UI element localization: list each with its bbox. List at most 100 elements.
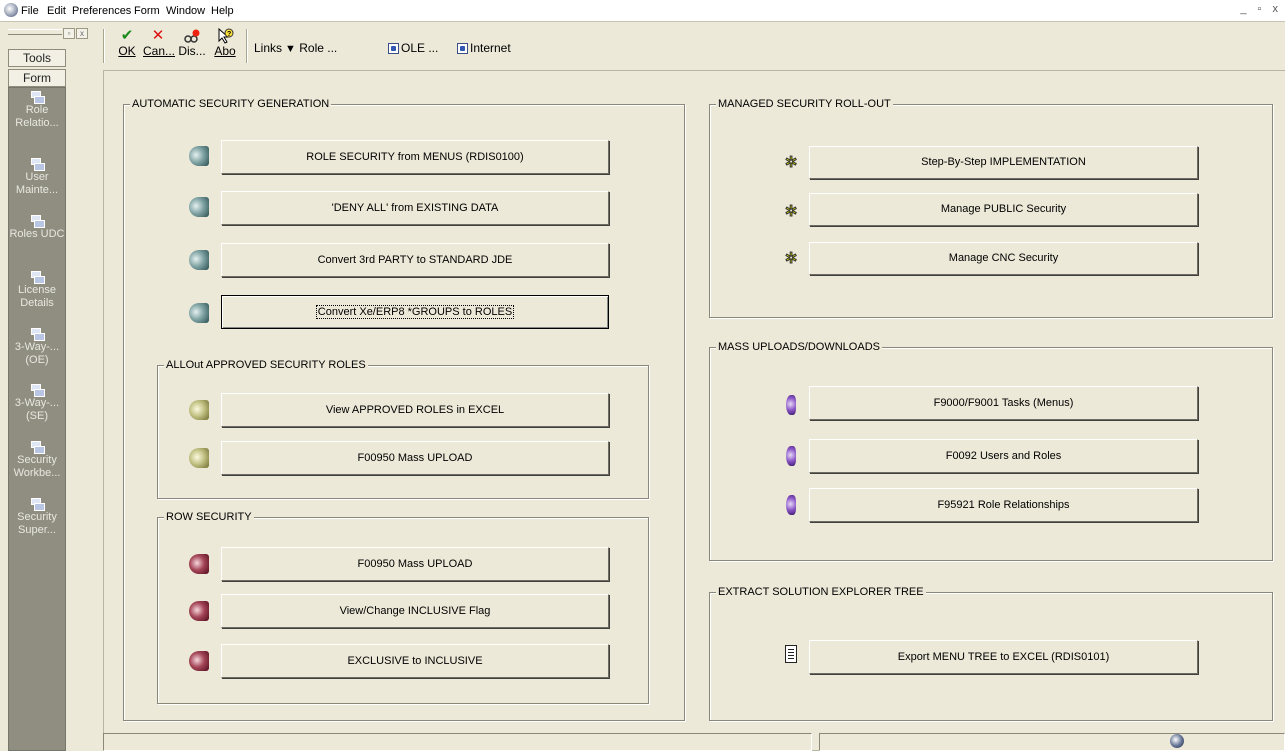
manage-cnc-security-button[interactable]: Manage CNC Security — [809, 242, 1198, 275]
button-label: ROLE SECURITY from MENUS (RDIS0100) — [306, 151, 524, 163]
window-controls[interactable]: _ ▫ x — [1240, 3, 1282, 15]
maroon-bullet-icon — [189, 554, 209, 574]
group-title: ALLOut APPROVED SECURITY ROLES — [164, 358, 368, 372]
form-exit-icon — [30, 441, 45, 454]
links-menu[interactable]: Links — [254, 41, 282, 55]
button-label: Convert 3rd PARTY to STANDARD JDE — [317, 254, 513, 266]
deny-all-button[interactable]: 'DENY ALL' from EXISTING DATA — [221, 191, 609, 225]
exit-license-details[interactable]: License Details — [9, 271, 65, 310]
display-button[interactable]: Dis... — [177, 28, 207, 58]
internet-label: Internet — [470, 41, 511, 55]
f9000-tasks-button[interactable]: F9000/F9001 Tasks (Menus) — [809, 386, 1198, 420]
view-approved-roles-button[interactable]: View APPROVED ROLES in EXCEL — [221, 393, 609, 427]
menu-help[interactable]: Help — [211, 5, 234, 17]
form-exit-icon — [30, 215, 45, 228]
display-label: Dis... — [178, 44, 206, 58]
button-label: F0092 Users and Roles — [945, 450, 1062, 462]
exit-label: Security Workbe... — [13, 454, 61, 479]
form-exit-icon — [30, 271, 45, 284]
button-label: Manage CNC Security — [948, 252, 1059, 264]
f95921-role-relationships-button[interactable]: F95921 Role Relationships — [809, 488, 1198, 522]
exit-label: 3-Way-... (OE) — [14, 341, 60, 366]
panel-grip[interactable] — [8, 29, 62, 35]
export-menu-tree-button[interactable]: Export MENU TREE to EXCEL (RDIS0101) — [809, 640, 1198, 674]
form-exit-icon — [30, 158, 45, 171]
role-dropdown[interactable]: ▼ Role ... — [285, 41, 337, 55]
convert-groups-to-roles-button[interactable]: Convert Xe/ERP8 *GROUPS to ROLES — [221, 295, 609, 329]
role-label: Role ... — [299, 41, 338, 55]
button-label: View/Change INCLUSIVE Flag — [339, 605, 491, 617]
maroon-bullet-icon — [189, 651, 209, 671]
exit-3way-se[interactable]: 3-Way-... (SE) — [9, 384, 65, 423]
menu-form[interactable]: Form — [134, 5, 160, 17]
exit-label: Security Super... — [17, 511, 57, 536]
globe-icon — [1170, 734, 1184, 748]
olive-bullet-icon — [189, 400, 209, 420]
button-label: F95921 Role Relationships — [937, 499, 1070, 511]
row-mass-upload-button[interactable]: F00950 Mass UPLOAD — [221, 547, 609, 581]
exit-role-relationships[interactable]: Role Relatio... — [9, 91, 65, 130]
exit-label: Role Relatio... — [15, 104, 59, 129]
group-title: AUTOMATIC SECURITY GENERATION — [130, 97, 332, 111]
f0092-users-roles-button[interactable]: F0092 Users and Roles — [809, 439, 1198, 473]
group-title: EXTRACT SOLUTION EXPLORER TREE — [716, 585, 926, 599]
panel-close-icon[interactable]: x — [76, 28, 88, 39]
button-label: View APPROVED ROLES in EXCEL — [325, 404, 505, 416]
exit-security-super[interactable]: Security Super... — [9, 498, 65, 537]
toolbar-separator — [103, 29, 105, 63]
role-security-from-menus-button[interactable]: ROLE SECURITY from MENUS (RDIS0100) — [221, 140, 609, 174]
x-icon: ✕ — [151, 27, 165, 44]
exit-user-maintenance[interactable]: User Mainte... — [9, 158, 65, 197]
olive-bullet-icon — [189, 448, 209, 468]
group-title: ROW SECURITY — [164, 510, 254, 524]
view-change-inclusive-flag-button[interactable]: View/Change INCLUSIVE Flag — [221, 594, 609, 628]
exit-3way-oe[interactable]: 3-Way-... (OE) — [9, 328, 65, 367]
exit-roles-udc[interactable]: Roles UDC — [9, 215, 65, 241]
convert-3rd-party-button[interactable]: Convert 3rd PARTY to STANDARD JDE — [221, 243, 609, 277]
menu-window[interactable]: Window — [166, 5, 205, 17]
button-label: Export MENU TREE to EXCEL (RDIS0101) — [897, 651, 1110, 663]
teal-bullet-icon — [189, 303, 209, 323]
menu-edit[interactable]: Edit — [47, 5, 66, 17]
purple-bullet-icon — [786, 446, 796, 466]
exclusive-to-inclusive-button[interactable]: EXCLUSIVE to INCLUSIVE — [221, 644, 609, 678]
purple-bullet-icon — [786, 395, 796, 415]
exit-label: Roles UDC — [9, 228, 65, 240]
manage-public-security-button[interactable]: Manage PUBLIC Security — [809, 193, 1198, 226]
help-pointer-icon: ? — [210, 27, 240, 44]
button-label: Manage PUBLIC Security — [940, 203, 1067, 215]
menu-preferences[interactable]: Preferences — [72, 5, 131, 17]
app-globe-icon[interactable] — [4, 3, 18, 17]
gear-icon: ✲ — [784, 154, 798, 172]
teal-bullet-icon — [189, 250, 209, 270]
tab-form[interactable]: Form — [8, 69, 66, 87]
panel-restore-icon[interactable]: ▫ — [63, 28, 75, 39]
form-exit-icon — [30, 498, 45, 511]
caret-down-icon: ▼ — [285, 43, 296, 55]
exit-security-workbench[interactable]: Security Workbe... — [9, 441, 65, 480]
ok-label: OK — [118, 44, 136, 58]
ok-button[interactable]: ✔ OK — [112, 28, 142, 59]
ole-link[interactable]: OLE ... — [388, 41, 438, 55]
gear-icon: ✲ — [784, 250, 798, 268]
internet-link[interactable]: Internet — [457, 41, 511, 55]
menu-bar: File Edit Preferences Form Window Help _… — [0, 0, 1285, 22]
about-label: Abo — [214, 44, 236, 58]
tab-tools[interactable]: Tools — [8, 49, 66, 67]
form-exit-icon — [30, 91, 45, 104]
cancel-button[interactable]: ✕ Can... — [143, 27, 175, 59]
toolbar: ✔ OK ✕ Can... Dis... ? Abo Links ▼ Role … — [97, 25, 1285, 67]
button-label: EXCLUSIVE to INCLUSIVE — [347, 655, 483, 667]
approved-mass-upload-button[interactable]: F00950 Mass UPLOAD — [221, 441, 609, 475]
document-icon — [785, 645, 797, 663]
menu-file[interactable]: File — [21, 5, 39, 17]
about-button[interactable]: ? Abo — [210, 27, 240, 58]
step-by-step-implementation-button[interactable]: Step-By-Step IMPLEMENTATION — [809, 146, 1198, 179]
exit-label: 3-Way-... (SE) — [14, 397, 60, 422]
maroon-bullet-icon — [189, 601, 209, 621]
teal-bullet-icon — [189, 197, 209, 217]
exit-label: User Mainte... — [15, 171, 59, 196]
toolbar-separator — [246, 29, 248, 63]
gear-icon: ✲ — [784, 203, 798, 221]
group-title: MASS UPLOADS/DOWNLOADS — [716, 340, 882, 354]
